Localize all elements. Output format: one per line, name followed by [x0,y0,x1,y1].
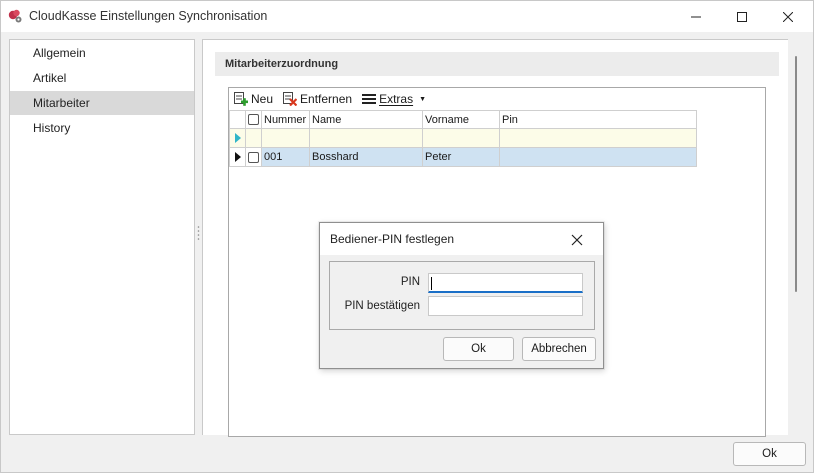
remove-button[interactable]: Entfernen [283,88,352,110]
ok-button[interactable]: Ok [733,442,806,466]
row-checkbox-cell[interactable] [245,147,262,167]
close-button[interactable] [765,1,811,32]
cell-name[interactable]: Bosshard [309,147,423,167]
text-caret [431,277,432,290]
new-button-label: Neu [251,92,274,106]
confirm-pin-label: PIN bestätigen [344,300,420,312]
table-header-row: Nummer Name Vorname Pin [229,110,697,129]
nav-item-allgemein[interactable]: Allgemein [10,41,194,65]
dialog-title-bar[interactable]: Bediener-PIN festlegen [320,223,603,255]
new-row-checkbox-cell [245,128,262,148]
pin-label: PIN [400,276,420,288]
new-row-indicator [229,128,246,148]
dialog-cancel-button[interactable]: Abbrechen [522,337,596,361]
close-icon[interactable] [569,232,585,248]
select-all-checkbox-cell[interactable] [245,110,262,129]
pin-input[interactable] [428,273,583,293]
new-row-cell[interactable] [499,128,697,148]
row-indicator-header [229,110,246,129]
menu-icon [362,94,377,104]
employee-table: Nummer Name Vorname Pin 001 Bosshard Pet… [229,110,697,167]
window-title: CloudKasse Einstellungen Synchronisation [29,9,268,23]
current-row-arrow-icon [235,152,241,163]
minimize-icon [691,16,701,17]
column-header-vorname[interactable]: Vorname [422,110,500,129]
cell-pin[interactable] [499,147,697,167]
column-header-nummer[interactable]: Nummer [261,110,310,129]
minimize-button[interactable] [673,1,719,32]
vertical-scrollbar[interactable] [789,39,803,435]
maximize-icon [737,11,747,22]
section-title: Mitarbeiterzuordnung [215,52,779,76]
splitter-grip-icon[interactable] [197,225,200,241]
nav-item-mitarbeiter[interactable]: Mitarbeiter [10,91,194,115]
title-bar[interactable]: CloudKasse Einstellungen Synchronisation [1,1,813,32]
new-row-cell[interactable] [422,128,500,148]
column-header-pin[interactable]: Pin [499,110,697,129]
row-checkbox[interactable] [248,151,259,163]
cell-vorname[interactable]: Peter [422,147,500,167]
remove-button-label: Entfernen [300,92,353,106]
new-row-cell[interactable] [261,128,310,148]
settings-nav: Allgemein Artikel Mitarbeiter History [9,39,195,435]
add-row-icon [234,92,248,106]
grid-toolbar: Neu Entfernen Extras ▼ [229,88,765,110]
new-row-cell[interactable] [309,128,423,148]
cell-nummer[interactable]: 001 [261,147,310,167]
maximize-button[interactable] [719,1,765,32]
dialog-title: Bediener-PIN festlegen [330,232,455,246]
column-header-name[interactable]: Name [309,110,423,129]
chevron-down-icon: ▼ [419,95,427,103]
pin-fields-group: PIN PIN bestätigen [329,261,595,330]
app-logo-icon [8,9,22,23]
confirm-pin-input[interactable] [428,296,583,316]
nav-item-artikel[interactable]: Artikel [10,66,194,90]
pin-dialog: Bediener-PIN festlegen PIN PIN bestätige… [319,222,604,369]
dialog-ok-button[interactable]: Ok [443,337,514,361]
new-row[interactable] [229,128,697,148]
close-icon [783,11,793,22]
extras-button-label: Extras [379,92,414,106]
nav-item-history[interactable]: History [10,116,194,140]
settings-window: CloudKasse Einstellungen Synchronisation… [0,0,814,473]
table-row[interactable]: 001 Bosshard Peter [229,147,697,167]
row-indicator [229,147,246,167]
extras-menu-button[interactable]: Extras ▼ [362,88,426,110]
select-all-checkbox[interactable] [248,114,259,126]
scrollbar-thumb[interactable] [795,56,797,292]
new-row-arrow-icon [235,133,241,144]
remove-row-icon [283,92,298,106]
new-button[interactable]: Neu [234,88,273,110]
